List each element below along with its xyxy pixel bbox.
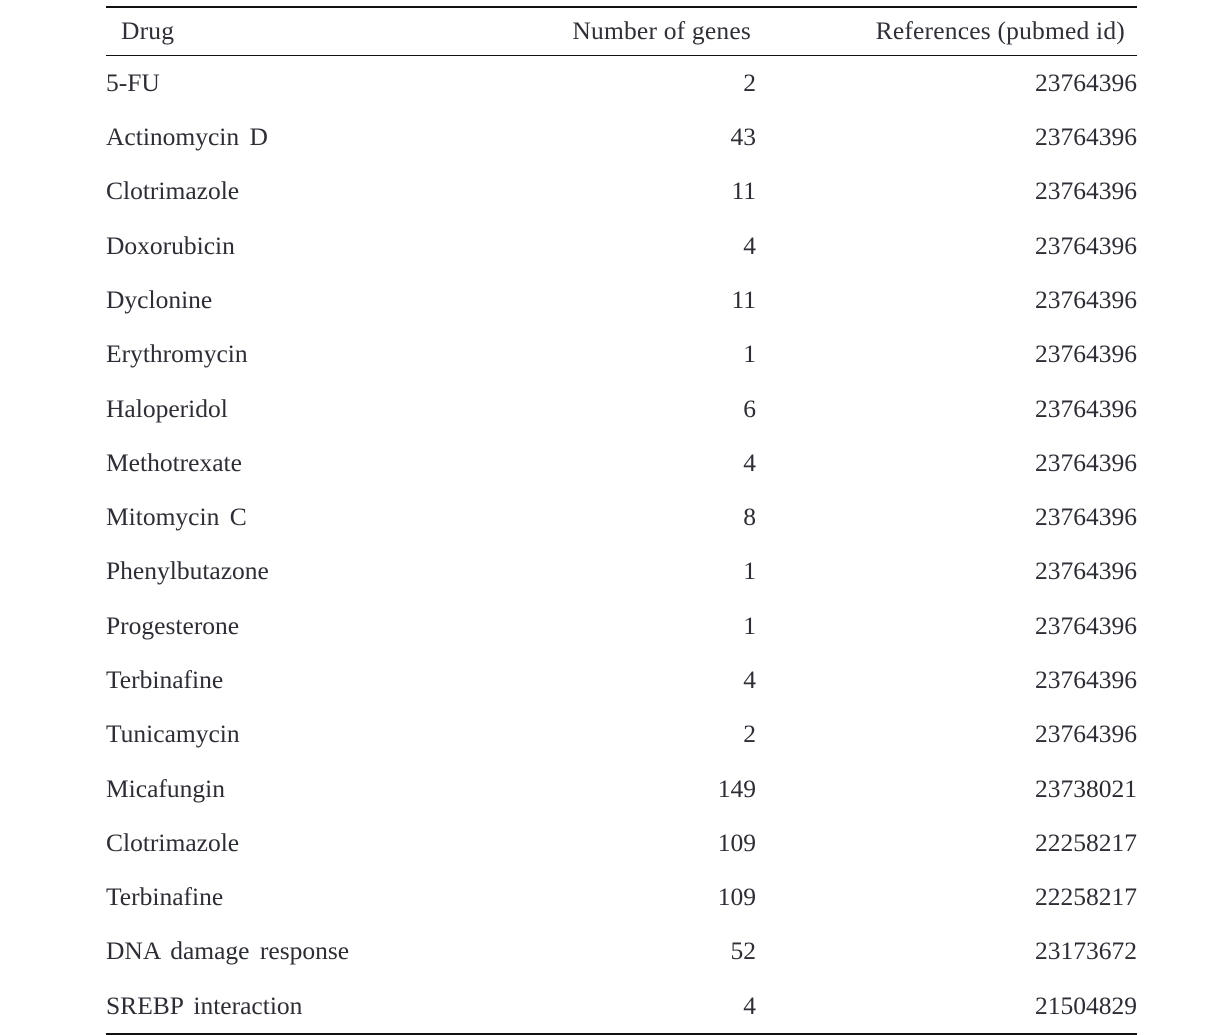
table-row: Doxorubicin 4 23764396 <box>106 218 1137 272</box>
column-header-references: References (pubmed id) <box>875 16 1125 45</box>
table-row: Terbinafine 109 22258217 <box>106 870 1137 924</box>
table-row: SREBP interaction 4 21504829 <box>106 978 1137 1035</box>
table-row: Phenylbutazone 1 23764396 <box>106 544 1137 598</box>
table-header-row: Drug Number of genes References (pubmed … <box>106 7 1137 55</box>
page-canvas: Drug Number of genes References (pubmed … <box>0 0 1212 1035</box>
cell-drug: Mitomycin C <box>106 502 247 532</box>
cell-reference-pubmed-id: 23764396 <box>1035 67 1137 97</box>
cell-reference-pubmed-id: 23764396 <box>1035 502 1137 532</box>
table-row: Clotrimazole 109 22258217 <box>106 815 1137 869</box>
cell-number-of-genes: 43 <box>730 122 757 152</box>
cell-reference-pubmed-id: 23764396 <box>1035 719 1137 749</box>
cell-drug: 5-FU <box>106 67 160 97</box>
drug-gene-reference-table: Drug Number of genes References (pubmed … <box>106 6 1137 1035</box>
cell-number-of-genes: 1 <box>743 339 756 369</box>
cell-number-of-genes: 1 <box>743 556 756 586</box>
table-row: Methotrexate 4 23764396 <box>106 435 1137 489</box>
cell-reference-pubmed-id: 23764396 <box>1035 556 1137 586</box>
table-body: 5-FU 2 23764396 Actinomycin D 43 23764396 Clot… <box>106 55 1137 1035</box>
cell-number-of-genes: 4 <box>743 447 756 477</box>
table-row: Tunicamycin 2 23764396 <box>106 707 1137 761</box>
table-row: Mitomycin C 8 23764396 <box>106 490 1137 544</box>
cell-drug: Micafungin <box>106 773 225 803</box>
column-header-number-of-genes: Number of genes <box>572 16 751 45</box>
table-row: Progesterone 1 23764396 <box>106 598 1137 652</box>
cell-number-of-genes: 11 <box>731 285 756 315</box>
cell-number-of-genes: 1 <box>743 610 756 640</box>
cell-reference-pubmed-id: 23764396 <box>1035 339 1137 369</box>
cell-number-of-genes: 109 <box>717 827 756 857</box>
table-row: 5-FU 2 23764396 <box>106 55 1137 110</box>
cell-drug: Methotrexate <box>106 447 242 477</box>
table-row: DNA damage response 52 23173672 <box>106 924 1137 978</box>
cell-reference-pubmed-id: 23764396 <box>1035 447 1137 477</box>
cell-drug: Actinomycin D <box>106 122 268 152</box>
cell-reference-pubmed-id: 23764396 <box>1035 664 1137 694</box>
cell-number-of-genes: 2 <box>743 719 756 749</box>
cell-drug: Clotrimazole <box>106 827 240 857</box>
table-row: Dyclonine 11 23764396 <box>106 273 1137 327</box>
cell-drug: Progesterone <box>106 610 240 640</box>
table-row: Micafungin 149 23738021 <box>106 761 1137 815</box>
cell-drug: Dyclonine <box>106 285 213 315</box>
cell-reference-pubmed-id: 23764396 <box>1035 610 1137 640</box>
cell-number-of-genes: 4 <box>743 664 756 694</box>
cell-reference-pubmed-id: 23738021 <box>1035 773 1137 803</box>
cell-reference-pubmed-id: 23764396 <box>1035 285 1137 315</box>
cell-number-of-genes: 52 <box>730 936 757 966</box>
table-row: Haloperidol 6 23764396 <box>106 381 1137 435</box>
cell-drug: Terbinafine <box>106 882 224 912</box>
cell-number-of-genes: 4 <box>743 230 756 260</box>
cell-number-of-genes: 4 <box>561 978 756 1035</box>
cell-reference-pubmed-id: 23764396 <box>1035 230 1137 260</box>
cell-drug: Erythromycin <box>106 339 248 369</box>
cell-reference-pubmed-id: 23173672 <box>1035 936 1137 966</box>
cell-number-of-genes: 149 <box>717 773 756 803</box>
cell-drug: DNA damage response <box>106 936 350 966</box>
cell-reference-pubmed-id: 23764396 <box>1035 176 1137 206</box>
cell-reference-pubmed-id: 22258217 <box>1035 827 1137 857</box>
table-row: Actinomycin D 43 23764396 <box>106 110 1137 164</box>
cell-drug: Terbinafine <box>106 664 224 694</box>
cell-reference-pubmed-id: 22258217 <box>1035 882 1137 912</box>
table-row: Clotrimazole 11 23764396 <box>106 164 1137 218</box>
cell-reference-pubmed-id: 21504829 <box>756 978 1137 1035</box>
cell-reference-pubmed-id: 23764396 <box>1035 122 1137 152</box>
cell-drug: Doxorubicin <box>106 230 235 260</box>
column-header-drug: Drug <box>121 16 175 45</box>
table-header: Drug Number of genes References (pubmed … <box>106 7 1137 55</box>
cell-number-of-genes: 6 <box>743 393 756 423</box>
cell-drug: Clotrimazole <box>106 176 240 206</box>
cell-reference-pubmed-id: 23764396 <box>1035 393 1137 423</box>
cell-drug: Tunicamycin <box>106 719 240 749</box>
table-row: Erythromycin 1 23764396 <box>106 327 1137 381</box>
drug-gene-reference-table-container: Drug Number of genes References (pubmed … <box>106 6 1137 1035</box>
cell-drug: Phenylbutazone <box>106 556 269 586</box>
cell-drug: Haloperidol <box>106 393 228 423</box>
cell-number-of-genes: 11 <box>731 176 756 206</box>
cell-number-of-genes: 109 <box>717 882 756 912</box>
table-row: Terbinafine 4 23764396 <box>106 653 1137 707</box>
cell-drug: SREBP interaction <box>106 978 561 1035</box>
cell-number-of-genes: 8 <box>743 502 756 532</box>
cell-number-of-genes: 2 <box>743 67 756 97</box>
